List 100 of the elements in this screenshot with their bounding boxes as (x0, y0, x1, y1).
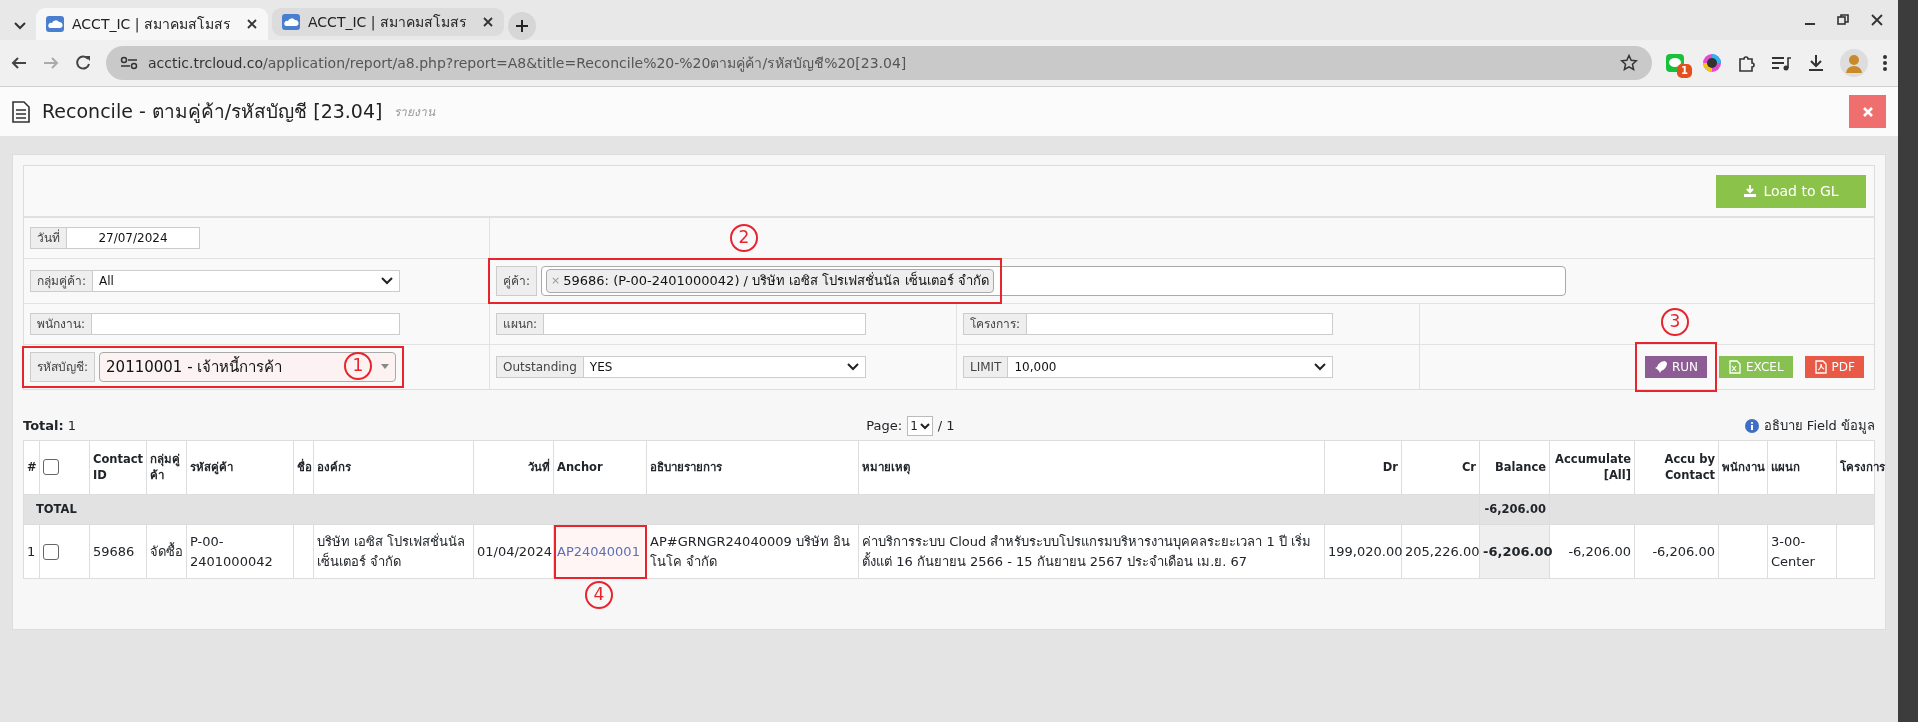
field-label: กลุ่มคู่ค้า: (30, 270, 94, 292)
chevron-icon (847, 363, 859, 371)
field-label: โครงการ: (963, 313, 1028, 335)
field-label: LIMIT (963, 356, 1009, 378)
star-icon[interactable] (1620, 54, 1638, 72)
page-label: Page: (866, 417, 903, 436)
column-header: Dr (1382, 459, 1398, 474)
tag-field[interactable]: × 59686: (P-00-2401000042) / บริษัท เอซิส โปรเฟสชั่นนัล เซ็นเตอร์ จำกัด (541, 266, 1566, 296)
column-header: พนักงาน (1722, 459, 1765, 474)
annotation-number: 1 (344, 352, 372, 380)
caret-icon (381, 364, 389, 370)
download-icon[interactable] (1806, 53, 1826, 73)
dropdown-field[interactable]: 10,000 (1008, 356, 1333, 378)
field-label: คู่ค้า: (496, 266, 538, 296)
input-field[interactable] (92, 313, 400, 335)
column-header: Contact ID (93, 452, 144, 482)
close-button[interactable] (1849, 95, 1886, 128)
page-title: Reconcile - ตามคู่ค้า/รหัสบัญชี [23.04] (42, 99, 383, 125)
tab-title: ACCT_IC | สมาคมสโมสร (72, 14, 232, 35)
table-cell: 01/04/2024 (477, 543, 552, 559)
more-menu-icon[interactable] (1882, 53, 1888, 73)
table-cell: 1 (27, 543, 36, 559)
table-cell: AP#GRNGR24040009 บริษัท อินโนโค จำกัด (650, 534, 850, 569)
column-header: หมายเหตุ (862, 459, 910, 474)
reload-icon[interactable] (74, 54, 92, 72)
chevron-icon (919, 422, 930, 430)
browser-tab[interactable]: ACCT_IC | สมาคมสโมสร (272, 8, 504, 36)
notification-badge: 1 (1677, 64, 1692, 78)
selected-tag[interactable]: × 59686: (P-00-2401000042) / บริษัท เอซิส โปรเฟสชั่นนัล เซ็นเตอร์ จำกัด (546, 269, 994, 293)
field-label: พนักงาน: (30, 313, 93, 335)
browser-tab[interactable]: ACCT_IC | สมาคมสโมสร (36, 8, 268, 40)
input-field[interactable] (544, 313, 866, 335)
page-subtitle: รายงาน (394, 103, 436, 121)
column-header: กลุ่มคู่ค้า (150, 452, 180, 482)
table-cell: ค่าบริการระบบ Cloud สำหรับระบบโปรแกรมบริหารงานบุคคลระยะเวลา 1 ปี เริ่มตั้งแต่ 16 กันยายน 2566 - 15 กันยายน 2567 ประจำเดือน เม.ย. 67 (862, 534, 1312, 569)
download-icon (1743, 184, 1758, 198)
column-header: Accumulate [All] (1555, 452, 1631, 482)
avatar-icon[interactable] (1840, 49, 1868, 77)
field-label: รหัสบัญชี: (30, 352, 96, 382)
column-header: องค์กร (317, 459, 351, 474)
table-cell: -6,206.00 (1568, 543, 1631, 559)
pdf-button[interactable]: PDF (1804, 356, 1864, 378)
table-cell: 3-00-Center (1771, 534, 1815, 569)
table-cell: -6,206.00 (1652, 543, 1715, 559)
tag-text: 59686: (P-00-2401000042) / บริษัท เอซิส โปรเฟสชั่นนัล เซ็นเตอร์ จำกัด (563, 271, 989, 291)
page-select[interactable]: 1 (907, 416, 933, 436)
chat-icon (1666, 53, 1684, 72)
column-header: Balance (1494, 459, 1546, 474)
close-icon[interactable] (1869, 13, 1884, 27)
dropdown-field[interactable]: All (93, 270, 400, 292)
table-cell: 59686 (93, 543, 135, 559)
table-cell: P-00-2401000042 (190, 534, 273, 569)
cloud-icon (282, 14, 300, 30)
color-wheel-icon[interactable] (1702, 53, 1722, 73)
page-count: / 1 (937, 417, 955, 436)
column-header: # (27, 459, 37, 474)
document-icon (12, 100, 30, 123)
column-header: Anchor (557, 459, 603, 474)
puzzle-icon[interactable] (1736, 53, 1756, 73)
chevron-icon (381, 277, 393, 285)
field-label: วันที่ (30, 227, 67, 249)
cloud-icon (46, 16, 64, 32)
tab-title: ACCT_IC | สมาคมสโมสร (308, 12, 468, 33)
close-icon[interactable] (482, 16, 494, 28)
total-balance: -6,206.00 (1484, 501, 1546, 516)
new-tab-icon[interactable] (508, 12, 536, 40)
restore-icon[interactable] (1836, 13, 1850, 27)
input-field[interactable] (1027, 313, 1333, 335)
table-cell: จัดซื้อ (150, 543, 183, 559)
info-icon (1744, 419, 1759, 433)
checkbox[interactable] (43, 459, 59, 476)
balance-value: -6,206.00 (1483, 543, 1553, 559)
run-button[interactable]: RUN (1644, 356, 1708, 378)
column-header: รหัสคู่ค้า (190, 459, 233, 474)
site-settings-icon[interactable] (120, 56, 138, 70)
field-label: แผนก: (496, 313, 545, 335)
total-label: TOTAL (36, 501, 77, 516)
file-icon (1813, 360, 1828, 374)
table-cell: 205,226.00 (1405, 543, 1480, 559)
close-icon (1861, 105, 1874, 118)
annotation-number: 2 (729, 224, 758, 252)
column-header: ชื่อ (297, 459, 312, 474)
column-header: แผนก (1771, 459, 1800, 474)
media-list-icon[interactable] (1770, 54, 1792, 72)
close-icon[interactable] (246, 18, 258, 30)
column-header: อธิบายรายการ (650, 459, 722, 474)
annotation-number: 4 (585, 580, 613, 609)
field-label: Outstanding (496, 356, 584, 378)
annotation-number: 3 (1660, 308, 1689, 336)
help-link[interactable]: อธิบาย Field ข้อมูล (1763, 416, 1875, 436)
column-header: Accu by Contact (1664, 452, 1715, 482)
scrollbar[interactable] (1898, 0, 1918, 722)
chevron-icon (1314, 363, 1326, 371)
file-icon (1728, 360, 1743, 374)
table-cell: 199,020.00 (1328, 543, 1403, 559)
column-header: วันที่ (528, 459, 550, 474)
date-field[interactable]: 27/07/2024 (67, 227, 200, 249)
checkbox[interactable] (43, 544, 59, 561)
column-header: โครงการ (1840, 459, 1885, 474)
dropdown-field[interactable]: YES (583, 356, 866, 378)
